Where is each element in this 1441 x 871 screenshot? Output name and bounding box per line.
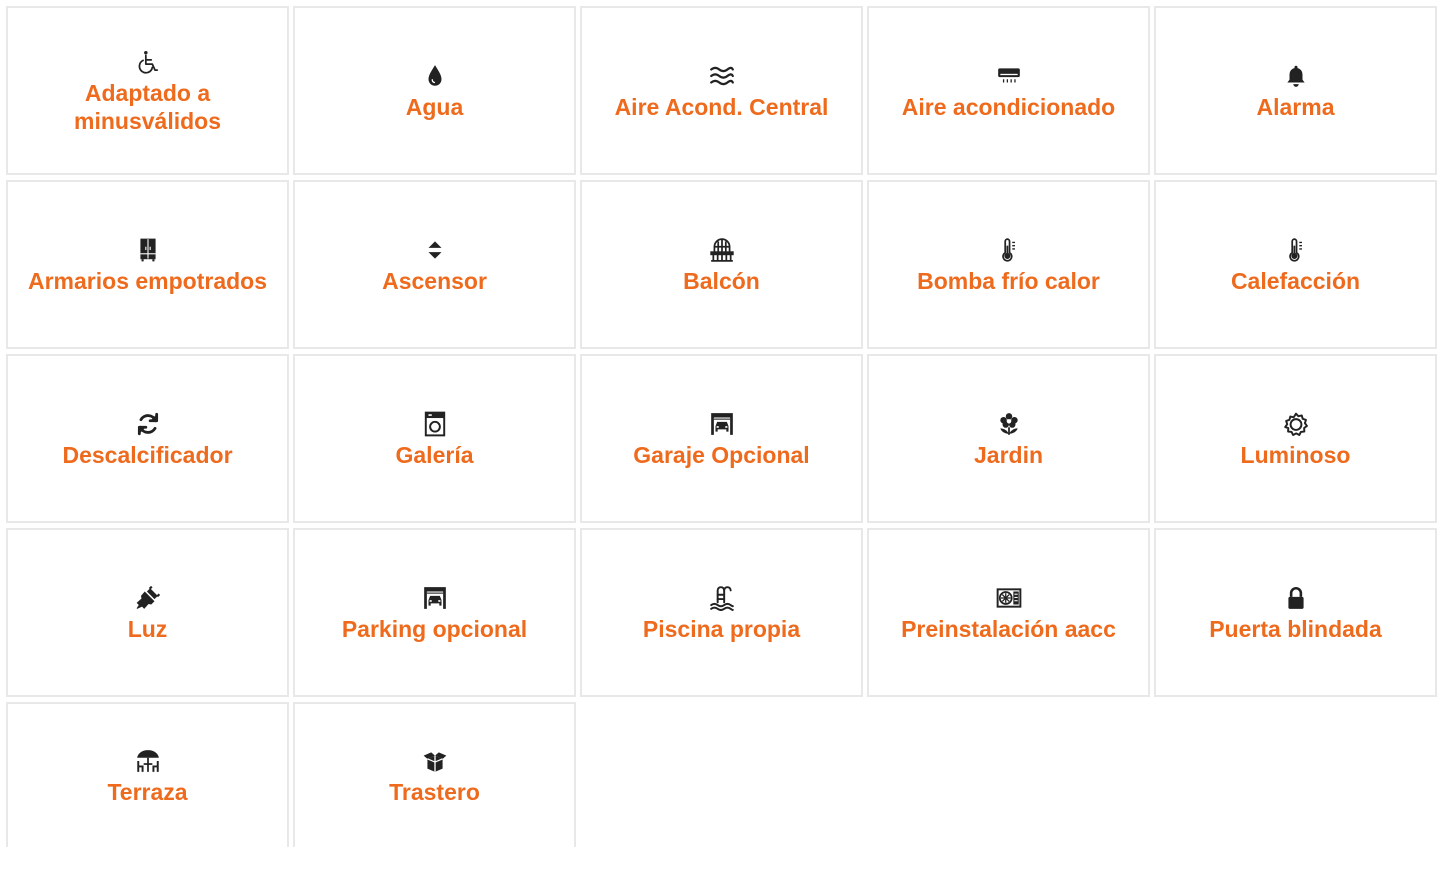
feature-tile[interactable]: Trastero: [293, 702, 576, 847]
ac-unit-icon: [994, 583, 1024, 613]
feature-label: Aire acondicionado: [901, 93, 1116, 120]
thermometer-icon: [1281, 235, 1311, 265]
box-icon: [420, 746, 450, 776]
feature-tile[interactable]: Luminoso: [1154, 354, 1437, 523]
feature-label: Jardin: [973, 441, 1044, 468]
pool-ladder-icon: [707, 583, 737, 613]
plug-icon: [133, 583, 163, 613]
washing-machine-icon: [420, 409, 450, 439]
balcony-icon: [707, 235, 737, 265]
bell-icon: [1281, 61, 1311, 91]
feature-tile[interactable]: Agua: [293, 6, 576, 175]
features-grid: Adaptado a minusválidos Agua Aire Acond.…: [6, 6, 1437, 871]
feature-label: Luz: [127, 615, 168, 642]
feature-tile[interactable]: Armarios empotrados: [6, 180, 289, 349]
sun-icon: [1281, 409, 1311, 439]
feature-label: Descalcificador: [62, 441, 233, 468]
feature-tile[interactable]: Bomba frío calor: [867, 180, 1150, 349]
waves-icon: [707, 61, 737, 91]
feature-label: Garaje Opcional: [633, 441, 810, 468]
refresh-icon: [133, 409, 163, 439]
wheelchair-icon: [133, 47, 163, 77]
elevator-icon: [420, 235, 450, 265]
feature-label: Aire Acond. Central: [614, 93, 829, 120]
garage-icon: [707, 409, 737, 439]
feature-label: Piscina propia: [642, 615, 801, 642]
feature-label: Luminoso: [1240, 441, 1351, 468]
feature-label: Adaptado a minusválidos: [74, 79, 221, 134]
feature-tile[interactable]: Terraza: [6, 702, 289, 847]
feature-tile[interactable]: Preinstalación aacc: [867, 528, 1150, 697]
feature-tile[interactable]: Garaje Opcional: [580, 354, 863, 523]
terrace-umbrella-icon: [133, 746, 163, 776]
garage-icon: [420, 583, 450, 613]
feature-tile[interactable]: Alarma: [1154, 6, 1437, 175]
flower-icon: [994, 409, 1024, 439]
feature-label: Terraza: [107, 778, 188, 805]
thermometer-icon: [994, 235, 1024, 265]
feature-label: Calefacción: [1230, 267, 1361, 294]
feature-label: Trastero: [389, 778, 480, 805]
feature-label: Preinstalación aacc: [901, 615, 1116, 642]
feature-label: Bomba frío calor: [917, 267, 1100, 294]
lock-icon: [1281, 583, 1311, 613]
feature-tile[interactable]: Calefacción: [1154, 180, 1437, 349]
feature-tile[interactable]: Puerta blindada: [1154, 528, 1437, 697]
feature-label: Ascensor: [382, 267, 487, 294]
feature-label: Armarios empotrados: [28, 267, 268, 294]
feature-tile[interactable]: Galería: [293, 354, 576, 523]
feature-label: Agua: [405, 93, 464, 120]
feature-tile[interactable]: Adaptado a minusválidos: [6, 6, 289, 175]
feature-tile[interactable]: Piscina propia: [580, 528, 863, 697]
feature-tile[interactable]: Aire Acond. Central: [580, 6, 863, 175]
feature-tile[interactable]: Jardin: [867, 354, 1150, 523]
feature-label: Balcón: [683, 267, 760, 294]
feature-tile[interactable]: Aire acondicionado: [867, 6, 1150, 175]
feature-tile[interactable]: Ascensor: [293, 180, 576, 349]
feature-tile[interactable]: Balcón: [580, 180, 863, 349]
feature-label: Puerta blindada: [1209, 615, 1382, 642]
feature-tile[interactable]: Luz: [6, 528, 289, 697]
wardrobe-icon: [133, 235, 163, 265]
feature-label: Galería: [395, 441, 474, 468]
air-conditioner-icon: [994, 61, 1024, 91]
water-drop-icon: [420, 61, 450, 91]
feature-label: Alarma: [1256, 93, 1335, 120]
feature-tile[interactable]: Descalcificador: [6, 354, 289, 523]
feature-label: Parking opcional: [341, 615, 528, 642]
feature-tile[interactable]: Parking opcional: [293, 528, 576, 697]
